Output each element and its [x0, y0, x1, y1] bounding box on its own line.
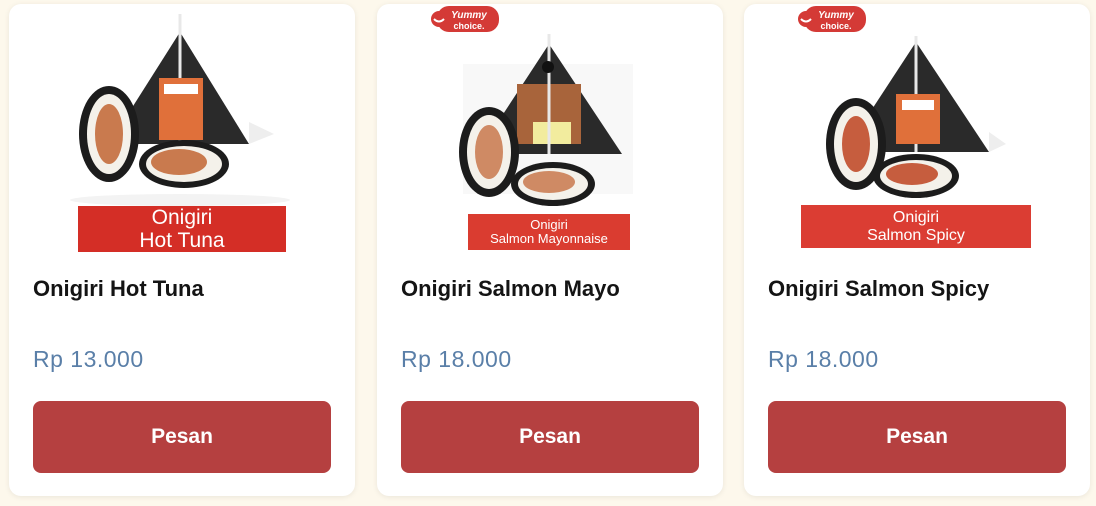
order-button[interactable]: Pesan	[768, 401, 1066, 473]
product-image: Yummy choice. Onigiri Salmon Spicy	[744, 4, 1090, 256]
product-banner: Onigiri Hot Tuna	[78, 206, 286, 252]
banner-line2: Salmon Mayonnaise	[490, 231, 608, 246]
order-button[interactable]: Pesan	[33, 401, 331, 473]
product-card-salmon-mayo: Yummy choice. Onigiri Salmon Mayonnaise …	[377, 4, 723, 496]
product-image: Yummy choice. Onigiri Salmon Mayonnaise	[377, 4, 723, 256]
product-price: Rp 13.000	[33, 346, 144, 372]
banner-line1: Onigiri	[151, 205, 213, 229]
yummy-choice-logo-icon: Yummy choice.	[798, 6, 866, 32]
product-card-hot-tuna: Onigiri Hot Tuna Onigiri Hot Tuna Rp 13.…	[9, 4, 355, 496]
svg-text:choice.: choice.	[453, 21, 484, 31]
svg-text:Yummy: Yummy	[818, 10, 854, 21]
product-card-salmon-spicy: Yummy choice. Onigiri Salmon Spicy Onigi…	[744, 4, 1090, 496]
product-title: Onigiri Hot Tuna	[33, 276, 204, 301]
yummy-choice-logo-icon: Yummy choice.	[431, 6, 499, 32]
product-title: Onigiri Salmon Spicy	[768, 276, 990, 301]
banner-line1: Onigiri	[892, 208, 940, 226]
product-price: Rp 18.000	[768, 346, 879, 372]
product-banner: Onigiri Salmon Mayonnaise	[468, 214, 630, 250]
product-image: Onigiri Hot Tuna	[9, 4, 355, 256]
svg-text:choice.: choice.	[820, 21, 851, 31]
svg-text:Yummy: Yummy	[451, 10, 487, 21]
banner-line2: Salmon Spicy	[867, 226, 965, 244]
product-title: Onigiri Salmon Mayo	[401, 276, 620, 301]
banner-line2: Hot Tuna	[139, 229, 225, 252]
product-banner: Onigiri Salmon Spicy	[801, 205, 1031, 248]
banner-line1: Onigiri	[530, 216, 568, 232]
order-button[interactable]: Pesan	[401, 401, 699, 473]
product-price: Rp 18.000	[401, 346, 512, 372]
